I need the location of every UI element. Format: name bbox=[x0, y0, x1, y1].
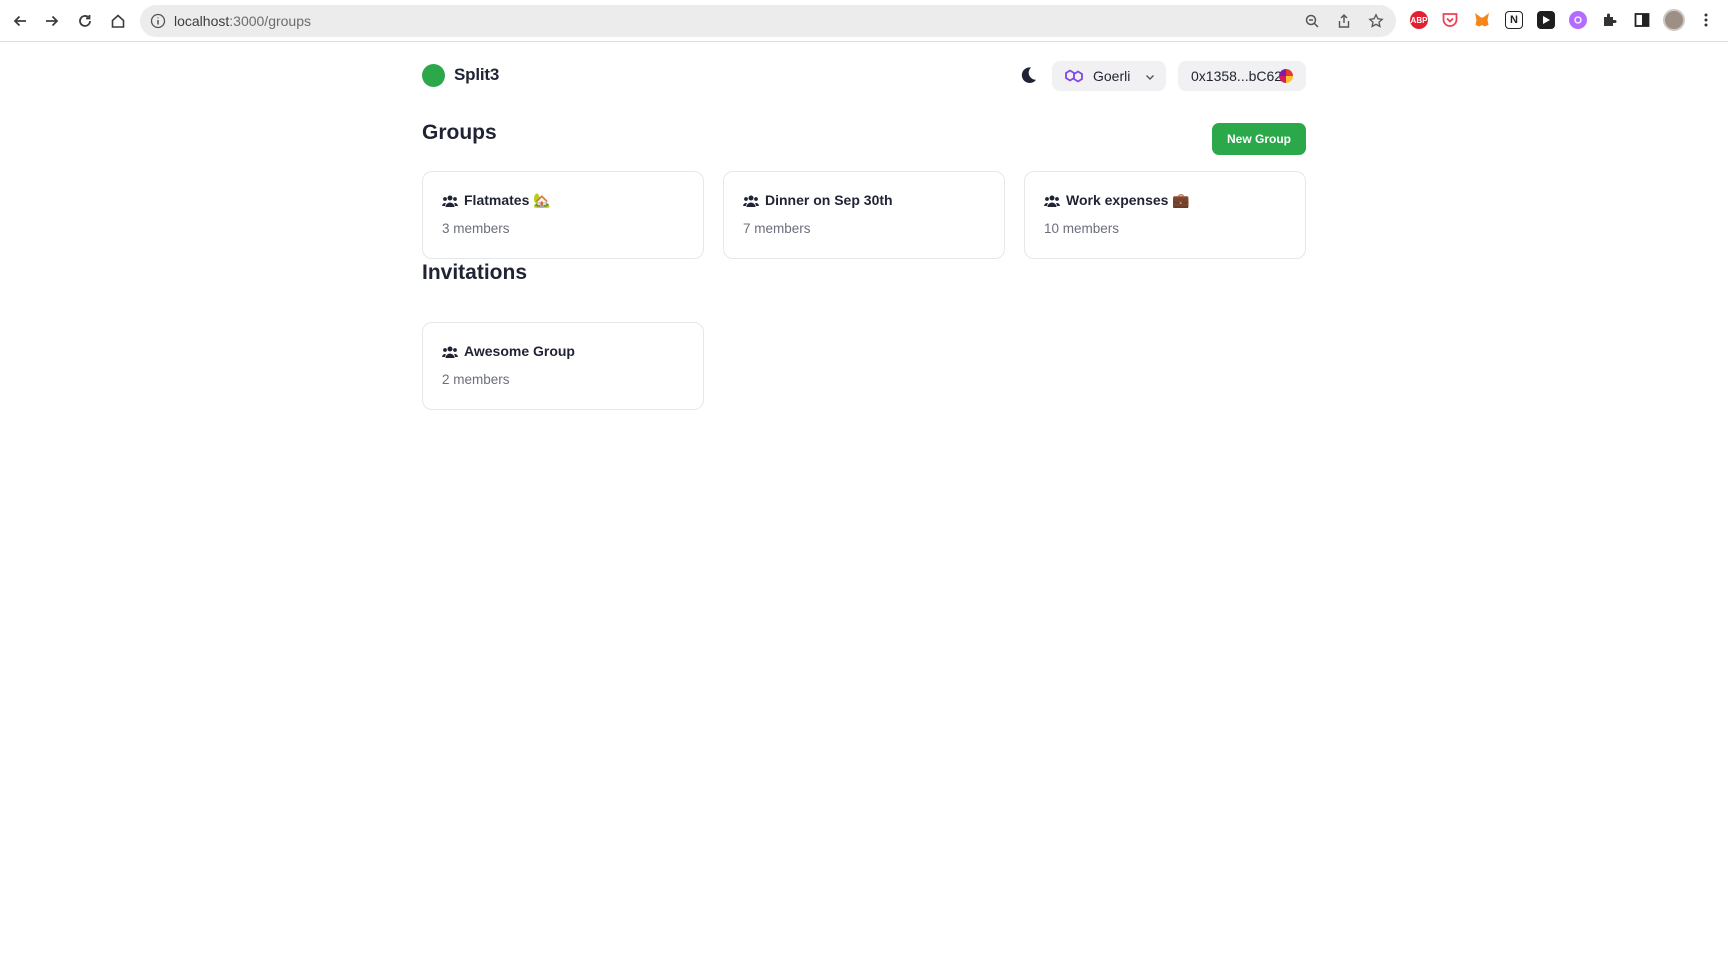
group-card[interactable]: Flatmates 🏡 3 members bbox=[422, 171, 704, 259]
back-icon[interactable] bbox=[8, 9, 32, 33]
account-address: 0x1358...bC62 bbox=[1191, 68, 1283, 84]
home-icon[interactable] bbox=[106, 9, 130, 33]
browser-toolbar: localhost:3000/groups ABP N bbox=[0, 0, 1728, 42]
groups-heading: Groups bbox=[422, 121, 497, 144]
network-label: Goerli bbox=[1093, 68, 1131, 84]
account-avatar bbox=[1279, 69, 1293, 83]
address-bar[interactable]: localhost:3000/groups bbox=[140, 5, 1396, 37]
adblock-icon[interactable]: ABP bbox=[1410, 11, 1428, 29]
side-panel-icon[interactable] bbox=[1633, 11, 1651, 29]
users-icon bbox=[442, 346, 458, 358]
url-text[interactable]: localhost:3000/groups bbox=[174, 13, 311, 29]
reload-icon[interactable] bbox=[73, 9, 97, 33]
chevron-down-icon bbox=[1146, 75, 1154, 80]
profile-avatar[interactable] bbox=[1663, 9, 1685, 31]
forward-icon[interactable] bbox=[40, 9, 64, 33]
app-name[interactable]: Split3 bbox=[454, 65, 499, 85]
account-button[interactable]: 0x1358...bC62 bbox=[1178, 61, 1306, 91]
logo-icon[interactable] bbox=[422, 64, 445, 87]
dark-mode-toggle-icon[interactable] bbox=[1018, 65, 1038, 85]
group-member-count: 7 members bbox=[743, 221, 811, 236]
extensions-puzzle-icon[interactable] bbox=[1601, 11, 1619, 29]
browser-menu-icon[interactable] bbox=[1697, 11, 1715, 29]
metamask-icon[interactable] bbox=[1473, 11, 1491, 29]
group-member-count: 3 members bbox=[442, 221, 510, 236]
new-group-button[interactable]: New Group bbox=[1212, 123, 1306, 155]
polygon-icon bbox=[1065, 69, 1083, 83]
network-selector[interactable]: Goerli bbox=[1052, 61, 1166, 91]
group-member-count: 10 members bbox=[1044, 221, 1120, 236]
users-icon bbox=[442, 195, 458, 207]
group-card[interactable]: Dinner on Sep 30th 7 members bbox=[723, 171, 1005, 259]
users-icon bbox=[1044, 195, 1060, 207]
invitations-heading: Invitations bbox=[422, 261, 528, 284]
group-name: Work expenses 💼 bbox=[1066, 192, 1190, 208]
group-card[interactable]: Work expenses 💼 10 members bbox=[1024, 171, 1306, 259]
group-name: Dinner on Sep 30th bbox=[765, 192, 893, 208]
notion-icon[interactable]: N bbox=[1505, 11, 1523, 29]
group-name: Flatmates 🏡 bbox=[464, 192, 551, 208]
users-icon bbox=[743, 195, 759, 207]
extension-play-icon[interactable] bbox=[1537, 11, 1555, 29]
invitation-member-count: 2 members bbox=[442, 372, 510, 387]
bookmark-star-icon[interactable] bbox=[1368, 13, 1384, 29]
extension-purple-icon[interactable] bbox=[1569, 11, 1587, 29]
share-icon[interactable] bbox=[1336, 13, 1352, 29]
invitation-card[interactable]: Awesome Group 2 members bbox=[422, 322, 704, 410]
invitation-group-name: Awesome Group bbox=[464, 343, 575, 359]
zoom-icon[interactable] bbox=[1304, 13, 1320, 29]
pocket-icon[interactable] bbox=[1441, 11, 1459, 29]
site-info-icon[interactable] bbox=[150, 13, 166, 29]
app-root: Split3 Goerli 0x1358...bC62 Groups New G… bbox=[0, 43, 1728, 959]
